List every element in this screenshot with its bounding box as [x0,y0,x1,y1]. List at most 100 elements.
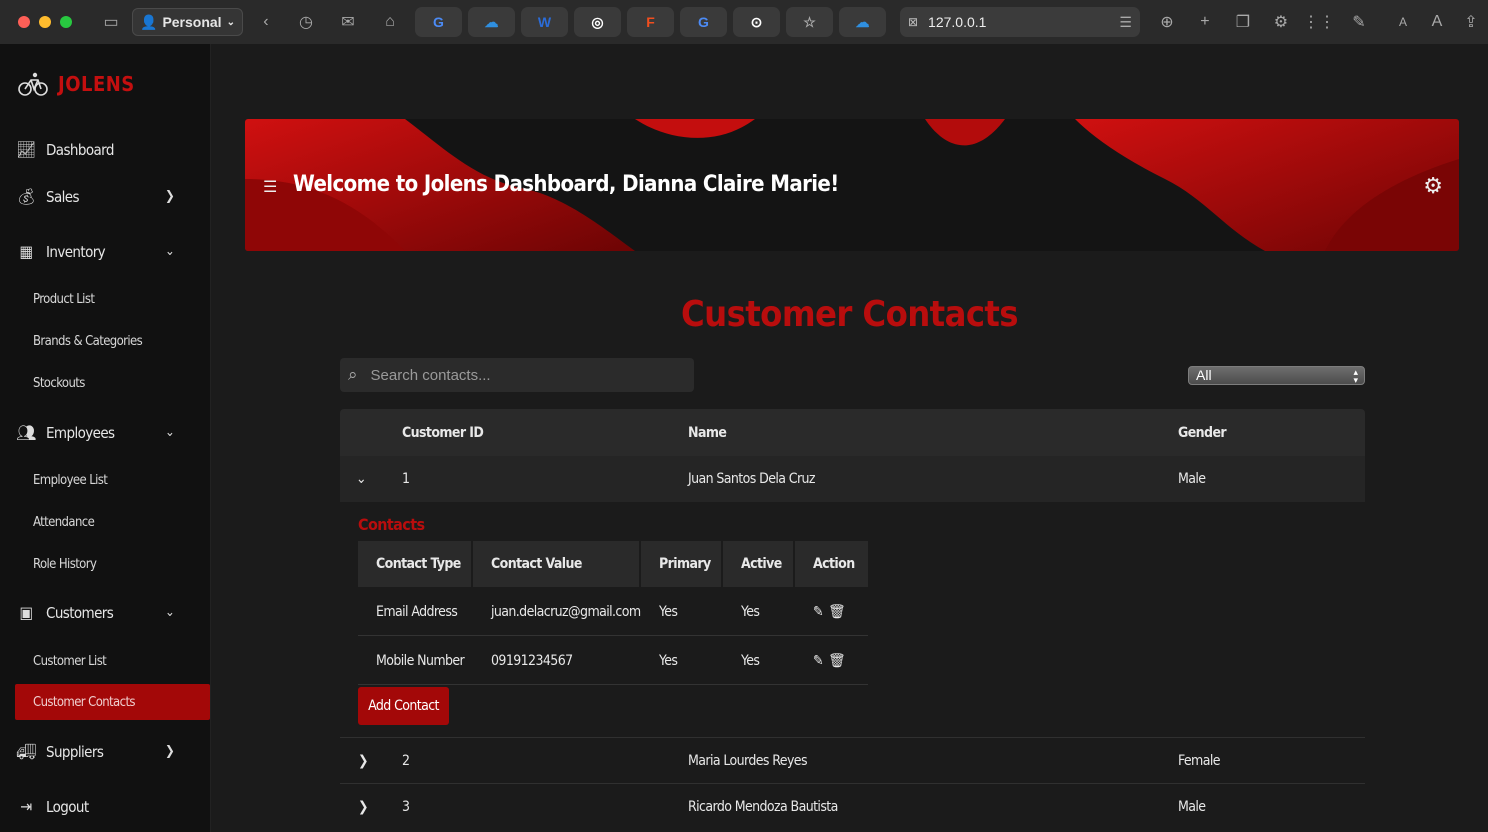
trash-icon[interactable]: 🗑︎ [828,653,846,669]
banner-title: Welcome to Jolens Dashboard, Dianna Clai… [293,172,839,197]
pinned-tab-onedrive[interactable]: ☁ [467,7,515,37]
gear-icon[interactable]: ⚙ [1423,173,1443,199]
contact-row: Email Address juan.delacruz@gmail.com Ye… [358,588,868,636]
browser-toolbar: ▭ 👤 Personal ⌄ ‹ ◷ ✉ ⌂ G ☁ W ◎ F G ⊙ ☆ ☁… [0,0,1488,44]
customer-name: Ricardo Mendoza Bautista [688,798,838,815]
tabs-overview-icon[interactable]: ❐ [1230,9,1256,35]
address-bar[interactable]: ⊠ 127.0.0.1 ☰ [899,7,1140,37]
customers-table: Customer ID Name Gender ⌄ 1 Juan Santos … [340,409,1365,832]
sidebar-item-label: Role History [33,556,97,572]
table-row[interactable]: ❯ 2 Maria Lourdes Reyes Female [340,737,1365,783]
trash-icon[interactable]: 🗑︎ [828,604,846,620]
history-icon[interactable]: ◷ [293,9,319,35]
contact-primary: Yes [659,653,678,669]
maximize-window-button[interactable] [60,16,72,28]
column-header-contact-type: Contact Type [358,541,471,587]
chevron-down-icon[interactable]: ⌄ [356,456,367,502]
chart-line-icon: 📈︎ [16,140,36,159]
font-larger-icon[interactable]: A [1424,9,1450,35]
sidebar-item-label: Stockouts [33,375,85,391]
main-content: ☰ Welcome to Jolens Dashboard, Dianna Cl… [211,44,1488,832]
minimize-window-button[interactable] [39,16,51,28]
profile-button[interactable]: 👤 Personal ⌄ [132,8,243,36]
sidebar-toggle-icon[interactable]: ▭ [98,9,124,35]
chevron-right-icon: ❯ [165,744,175,759]
sidebar-item-attendance[interactable]: Attendance [15,504,210,540]
table-header: Customer ID Name Gender [340,409,1365,456]
sidebar-item-customers[interactable]: ▣ Customers ⌄ [15,603,210,622]
sidebar-item-label: Employee List [33,472,108,488]
table-row[interactable]: ❯ 3 Ricardo Mendoza Bautista Male [340,783,1365,829]
sidebar-item-logout[interactable]: ⇥ Logout [15,797,210,816]
column-header-customer-id[interactable]: Customer ID [402,409,484,456]
search-icon: ⌕ [348,365,358,384]
truck-icon: 🚚︎ [16,742,36,761]
sidebar-item-label: Sales [46,187,80,206]
download-icon[interactable]: ⊕ [1154,9,1180,35]
sidebar-item-stockouts[interactable]: Stockouts [15,365,210,401]
sidebar-item-sales[interactable]: 💰︎ Sales ❯ [15,187,210,206]
edit-icon[interactable]: ✎ [813,653,824,669]
column-header-contact-value: Contact Value [473,541,639,587]
contact-type: Email Address [376,604,458,620]
customer-gender: Female [1178,752,1220,769]
customer-name: Juan Santos Dela Cruz [688,471,816,487]
person-icon: 👤 [140,13,158,30]
sidebar-item-customer-list[interactable]: Customer List [15,643,210,679]
close-window-button[interactable] [18,16,30,28]
brand-logo[interactable]: JOLENS [18,71,135,97]
bicycle-icon [18,72,48,96]
contacts-panel: Contacts Contact Type Contact Value Prim… [340,502,1365,737]
sidebar-item-employees[interactable]: 👥︎ Employees ⌄ [15,423,210,442]
pinned-tab-github[interactable]: ⊙ [732,7,780,37]
pinned-tab-openai[interactable]: ◎ [573,7,621,37]
column-header-primary: Primary [641,541,721,587]
column-header-action: Action [795,541,868,587]
sidebar-item-label: Dashboard [46,140,114,159]
share-icon[interactable]: ⇪ [1458,9,1484,35]
edit-icon[interactable]: ✎ [813,604,824,620]
column-header-name[interactable]: Name [688,409,727,456]
sidebar-item-label: Brands & Categories [33,333,143,349]
back-icon[interactable]: ‹ [253,9,279,35]
hamburger-icon[interactable]: ☰ [263,177,277,197]
chevron-right-icon[interactable]: ❯ [358,738,369,783]
pinned-tab-figma[interactable]: F [626,7,674,37]
reader-icon[interactable]: ☰ [1119,14,1132,31]
search-input[interactable]: ⌕ Search contacts... [340,358,694,392]
sidebar-item-employee-list[interactable]: Employee List [15,462,210,498]
pinned-tab-word[interactable]: W [520,7,568,37]
column-header-gender[interactable]: Gender [1178,409,1227,456]
pinned-tab-bookmark[interactable]: ☆ [785,7,833,37]
sidebar-item-product-list[interactable]: Product List [15,281,210,317]
pinned-tab-onedrive-2[interactable]: ☁ [838,7,886,37]
chevron-right-icon[interactable]: ❯ [358,784,369,829]
pinned-tab-google[interactable]: G [414,7,462,37]
apps-grid-icon[interactable]: ⋮⋮ [1303,9,1335,35]
customer-id: 1 [402,471,410,487]
chevron-right-icon: ❯ [165,189,175,204]
contact-value: 09191234567 [491,653,573,669]
contact-active: Yes [741,653,760,669]
sidebar-item-dashboard[interactable]: 📈︎ Dashboard [15,140,210,159]
home-icon[interactable]: ⌂ [377,9,403,35]
filter-selected-value: All [1196,367,1212,383]
sidebar-item-customer-contacts[interactable]: Customer Contacts [15,684,210,720]
column-header-active: Active [723,541,793,587]
sidebar-item-brands-categories[interactable]: Brands & Categories [15,323,210,359]
filter-select[interactable]: All ▴ ▾ [1188,366,1365,385]
sidebar-item-role-history[interactable]: Role History [15,546,210,582]
mail-icon[interactable]: ✉ [335,9,361,35]
sidebar-item-suppliers[interactable]: 🚚︎ Suppliers ❯ [15,742,210,761]
contacts-table-header: Contact Type Contact Value Primary Activ… [358,541,868,587]
font-smaller-icon[interactable]: A [1390,9,1416,35]
settings-icon[interactable]: ⚙ [1268,9,1294,35]
new-tab-icon[interactable]: + [1192,9,1218,35]
window-controls [18,16,72,28]
sidebar-item-label: Inventory [46,242,106,261]
table-row[interactable]: ⌄ 1 Juan Santos Dela Cruz Male [340,456,1365,502]
pinned-tab-google-2[interactable]: G [679,7,727,37]
add-contact-button[interactable]: Add Contact [358,687,449,725]
sidebar-item-inventory[interactable]: ▦ Inventory ⌄ [15,242,210,261]
edit-icon[interactable]: ✎ [1346,9,1372,35]
